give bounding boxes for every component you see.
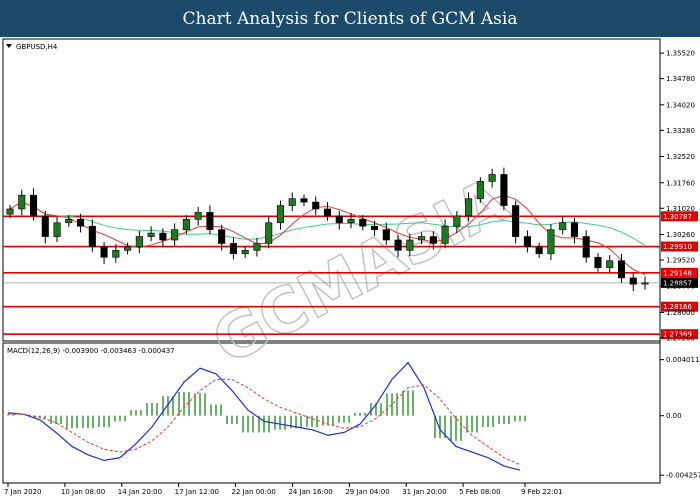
time-tick-label: 22 Jan 00:00 (232, 488, 276, 496)
time-axis: 7 Jan 2020 10 Jan 08:00 14 Jan 20:00 17 Jan… (4, 483, 562, 496)
candle-body (88, 225, 96, 248)
candle-body (53, 222, 61, 237)
candle-body (453, 215, 461, 227)
price-tick-label: 1.28760 (666, 283, 695, 291)
price-tick-label: 1.35520 (666, 50, 695, 58)
macd-axis: 0.004011 0.00 -0.004257 (660, 356, 700, 480)
candle-body (547, 229, 555, 255)
price-axis: 1.35520 1.34780 1.34020 1.33280 1.32520 1.317… (660, 50, 695, 342)
candle-body (488, 174, 496, 182)
candle-body (218, 229, 226, 244)
candle-body (300, 198, 308, 203)
macd-panel-frame (2, 342, 661, 484)
time-tick-label: 29 Jan 04:00 (345, 488, 389, 496)
candle-body (394, 239, 402, 251)
candle-body (512, 205, 520, 237)
price-tick-label: 1.30260 (666, 231, 695, 239)
macd-label: MACD(12,26,9) -0.003900 -0.003463 -0.000… (7, 347, 175, 355)
candle-body (476, 181, 484, 199)
candle-body (617, 260, 626, 279)
candle-body (406, 239, 414, 251)
macd-tick-label: -0.004257 (666, 472, 700, 480)
candle-body (112, 250, 120, 258)
candle-body (418, 236, 426, 241)
candle-body (265, 222, 273, 244)
candle-body (465, 198, 473, 217)
candle-body (182, 219, 190, 230)
candle-body (147, 232, 155, 237)
candle-body (641, 282, 649, 285)
candle-body (194, 212, 202, 220)
time-tick-label: 7 Jan 2020 (4, 488, 42, 496)
candle-body (370, 225, 379, 230)
candle-body (6, 208, 14, 215)
candle-body (347, 219, 355, 224)
candle-body (312, 201, 320, 210)
time-tick-label: 5 Feb 08:00 (459, 488, 500, 496)
price-chart: GCMASIA 1.307871.299101.291481.281661.27… (2, 38, 700, 496)
candle-body (441, 225, 449, 244)
candle-body (429, 236, 437, 244)
time-tick-label: 10 Jan 08:00 (61, 488, 105, 496)
time-tick-label: 17 Jan 12:00 (175, 488, 219, 496)
candle-body (359, 219, 367, 227)
level-label: 1.30787 (663, 213, 692, 221)
candle-body (18, 194, 26, 210)
candle-body (29, 194, 38, 217)
candle-body (241, 250, 249, 255)
candle-body (206, 212, 214, 230)
candle-body (323, 208, 332, 217)
time-tick-label: 14 Jan 20:00 (118, 488, 162, 496)
candle-body (500, 174, 508, 206)
candle-body (594, 256, 602, 268)
candle-body (77, 219, 85, 227)
candle-body (606, 260, 614, 268)
candle-body (124, 246, 132, 251)
macd-tick-label: 0.004011 (666, 356, 699, 364)
level-label: 1.29910 (663, 243, 692, 251)
candle-body (523, 236, 531, 248)
price-tick-label: 1.32520 (666, 153, 695, 161)
price-tick-label: 1.34780 (666, 75, 695, 83)
price-tick-label: 1.29520 (666, 257, 695, 265)
candle-body (135, 236, 143, 248)
price-tick-label: 1.33280 (666, 127, 695, 135)
candle-body (276, 205, 285, 224)
candle-body (65, 219, 73, 224)
candle-body (570, 222, 578, 237)
candle-body (171, 229, 179, 241)
macd-tick-label: 0.00 (666, 412, 682, 420)
symbol-label: GBPUSD,H4 (16, 43, 58, 51)
candle-body (159, 232, 167, 241)
chart-page: Chart Analysis for Clients of GCM Asia G… (0, 0, 700, 500)
candle-body (382, 229, 390, 241)
time-tick-label: 9 Feb 22:01 (521, 488, 562, 496)
candle-body (559, 222, 567, 230)
price-tick-label: 1.28000 (666, 309, 695, 317)
candle-body (41, 215, 49, 237)
price-tick-label: 1.27260 (666, 334, 695, 342)
candle-body (535, 246, 543, 255)
level-label: 1.29148 (663, 269, 692, 277)
candle-body (629, 277, 637, 285)
time-tick-label: 24 Jan 16:00 (288, 488, 332, 496)
candle-body (229, 243, 237, 255)
candle-body (100, 246, 108, 258)
candle-body (582, 236, 590, 258)
candle-body (288, 198, 296, 206)
price-tick-label: 1.34020 (666, 101, 695, 109)
time-tick-label: 31 Jan 20:00 (402, 488, 446, 496)
price-tick-label: 1.31760 (666, 179, 695, 187)
price-tick-label: 1.31020 (666, 205, 695, 213)
candle-body (335, 215, 343, 224)
candle-body (253, 243, 261, 251)
